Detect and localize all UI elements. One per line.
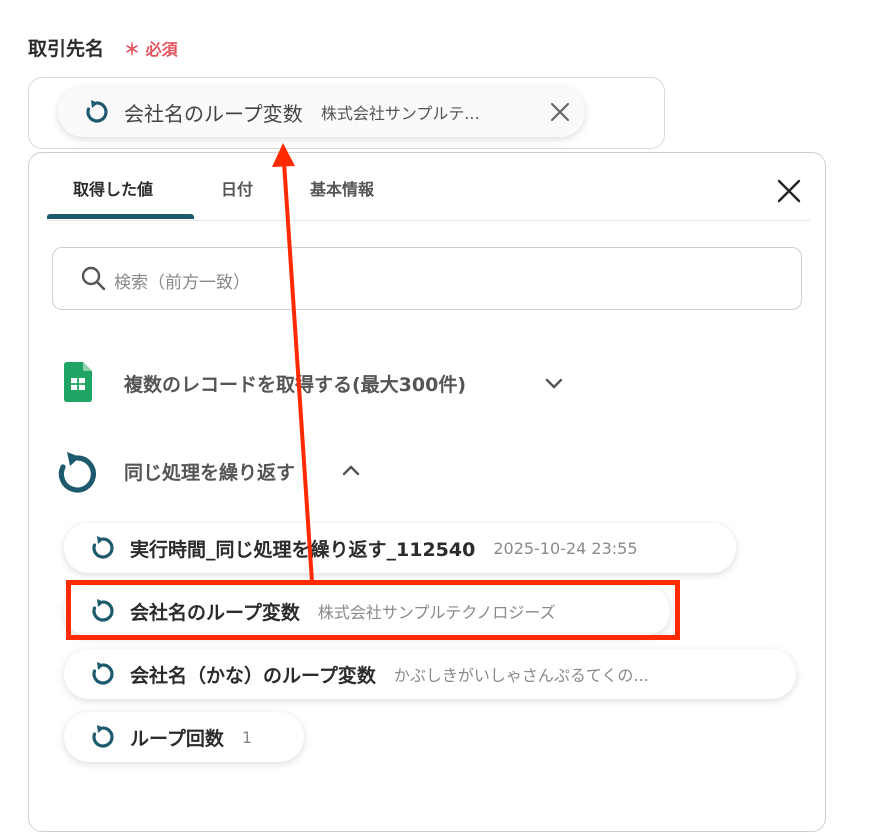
spreadsheet-icon (64, 362, 92, 402)
loop-icon (92, 662, 114, 685)
search-icon (81, 266, 106, 291)
chevron-down-icon[interactable] (545, 378, 563, 390)
item-name: ループ回数 (130, 727, 224, 750)
group-title-get-records[interactable]: 複数のレコードを取得する(最大300件) (124, 370, 466, 397)
tab-divider (47, 220, 810, 221)
remove-chip-icon[interactable] (549, 101, 571, 123)
chevron-up-icon[interactable] (342, 464, 360, 476)
item-value: かぶしきがいしゃさんぷるてくの... (393, 666, 649, 685)
item-name: 実行時間_同じ処理を繰り返す_112540 (130, 538, 476, 561)
item-value: 2025-10-24 23:55 (493, 538, 638, 558)
list-item[interactable]: 実行時間_同じ処理を繰り返す_112540 2025-10-24 23:55 (64, 523, 736, 573)
close-icon[interactable] (776, 178, 802, 204)
list-item[interactable]: 会社名（かな）のループ変数 かぶしきがいしゃさんぷるてくの... (64, 649, 796, 699)
field-label: 取引先名 (28, 38, 105, 60)
loop-icon (58, 452, 96, 493)
selected-value-chip[interactable]: 会社名のループ変数 株式会社サンプルテ... (58, 87, 585, 137)
tab-acquired-values[interactable]: 取得した値 (73, 176, 153, 200)
tab-date[interactable]: 日付 (221, 176, 253, 200)
selected-chip-value: 株式会社サンプルテ... (320, 104, 480, 123)
group-title-repeat[interactable]: 同じ処理を繰り返す (124, 458, 295, 485)
selected-chip-name: 会社名のループ変数 (124, 101, 303, 126)
loop-icon (86, 100, 108, 123)
list-item[interactable]: ループ回数 1 (64, 712, 304, 762)
loop-icon (92, 536, 114, 559)
loop-icon (92, 725, 114, 748)
item-value: 1 (241, 727, 253, 747)
search-placeholder: 検索（前方一致） (114, 273, 250, 293)
item-name: 会社名（かな）のループ変数 (130, 664, 376, 687)
highlight-box (66, 580, 680, 640)
tab-basic-info[interactable]: 基本情報 (310, 176, 374, 200)
required-badge: ＊ 必須 (124, 40, 178, 59)
active-tab-indicator (47, 214, 194, 219)
